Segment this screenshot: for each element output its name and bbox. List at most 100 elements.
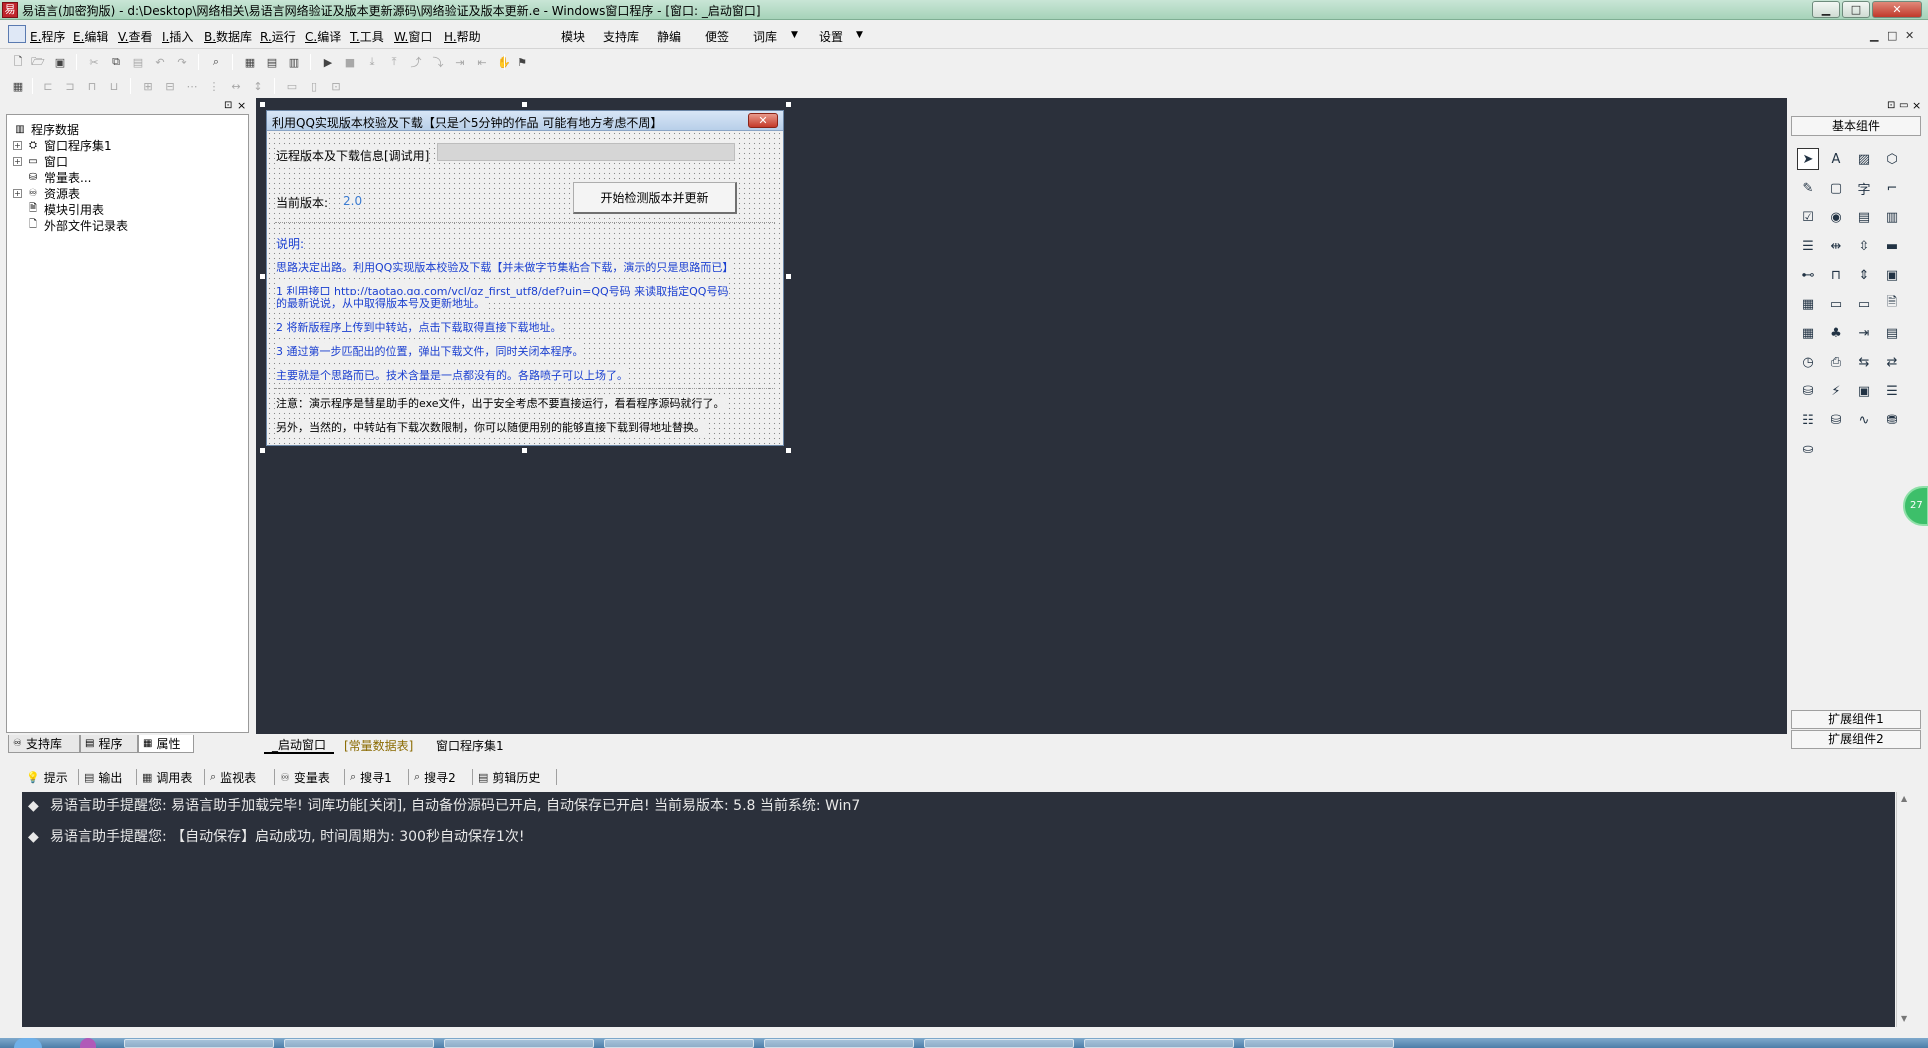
menu-notes[interactable]: 便签 — [705, 28, 729, 45]
pinned-app-icon[interactable] — [80, 1038, 96, 1048]
find-icon[interactable]: ⌕ — [208, 54, 224, 70]
resize-handle[interactable] — [785, 273, 792, 280]
menu-settings[interactable]: 设置 — [819, 28, 843, 45]
floating-helper-badge[interactable]: 27 — [1903, 486, 1928, 526]
resize-handle[interactable] — [259, 447, 266, 454]
edit-box-icon[interactable]: ▭ — [1825, 293, 1847, 315]
layout-3-icon[interactable]: ▥ — [286, 54, 302, 70]
space-h-icon[interactable]: ⋯ — [184, 78, 200, 94]
tree-root[interactable]: ▥ 程序数据 — [13, 121, 79, 137]
mdi-close-icon[interactable]: ✕ — [1905, 29, 1914, 42]
db-grid-icon[interactable]: ☷ — [1797, 409, 1819, 431]
client-icon[interactable]: ⇄ — [1881, 351, 1903, 373]
slider-icon[interactable]: ⊷ — [1797, 264, 1819, 286]
taskbar-button[interactable] — [1084, 1039, 1234, 1048]
chart-icon[interactable]: ∿ — [1853, 409, 1875, 431]
taskbar-button[interactable] — [444, 1039, 594, 1048]
status-bar-icon[interactable]: ▭ — [1853, 293, 1875, 315]
same-height-icon[interactable]: ↕ — [250, 78, 266, 94]
expand-icon[interactable]: + — [13, 188, 22, 198]
tab-watch[interactable]: ⌕ 监视表 — [210, 768, 256, 786]
lexicon-dropdown-icon[interactable]: ▼ — [791, 30, 798, 40]
layout-1-icon[interactable]: ▦ — [242, 54, 258, 70]
step-3-icon[interactable]: ⤴ — [408, 54, 424, 70]
step-1-icon[interactable]: ⤓ — [364, 54, 380, 70]
tree-item[interactable]: + ▭ 窗口 — [13, 153, 68, 169]
check-update-button[interactable]: 开始检测版本并更新 — [573, 182, 737, 214]
menu-tools[interactable]: T.工具 — [350, 28, 384, 45]
step-2-icon[interactable]: ⤒ — [386, 54, 402, 70]
timer-icon[interactable]: ◷ — [1797, 351, 1819, 373]
odbc-db-icon[interactable]: ⛀ — [1797, 438, 1819, 460]
ext-components-1[interactable]: 扩展组件1 — [1791, 710, 1921, 729]
tab-search-2[interactable]: ⌕ 搜寻2 — [414, 768, 456, 786]
vscroll-icon[interactable]: ⇳ — [1853, 235, 1875, 257]
tab-search-1[interactable]: ⌕ 搜寻1 — [350, 768, 392, 786]
draw-icon[interactable]: ✎ — [1797, 177, 1819, 199]
progress-icon[interactable]: ▬ — [1881, 235, 1903, 257]
rp-pin-icon[interactable]: ⊡ — [1887, 100, 1895, 111]
menu-lexicon[interactable]: 词库 — [753, 28, 777, 45]
scroll-down-icon[interactable]: ▼ — [1901, 1014, 1907, 1023]
spin-icon[interactable]: ⇕ — [1853, 264, 1875, 286]
menu-compile[interactable]: C.编译 — [305, 28, 341, 45]
toolbar-comp-icon[interactable]: ⇥ — [1853, 322, 1875, 344]
size-1-icon[interactable]: ▭ — [284, 78, 300, 94]
pointer-icon[interactable]: ➤ — [1797, 148, 1819, 170]
align-right-icon[interactable]: ⊐ — [62, 78, 78, 94]
database-icon[interactable]: ☰ — [1881, 380, 1903, 402]
tab-control-icon[interactable]: ⊓ — [1825, 264, 1847, 286]
center-h-icon[interactable]: ⊞ — [140, 78, 156, 94]
close-button[interactable]: ✕ — [1872, 1, 1922, 18]
form-icon[interactable]: ▣ — [1853, 380, 1875, 402]
paste-icon[interactable]: ▤ — [130, 54, 146, 70]
tab-hint[interactable]: 💡 提示 — [26, 768, 68, 786]
tree-icon[interactable]: ♣ — [1825, 322, 1847, 344]
output-scrollbar[interactable]: ▲ ▼ — [1896, 792, 1913, 1027]
tab-clip-history[interactable]: ▤ 剪辑历史 — [478, 768, 540, 786]
network-icon[interactable]: ⇆ — [1853, 351, 1875, 373]
step-5-icon[interactable]: ⇥ — [452, 54, 468, 70]
remote-info-field[interactable] — [437, 143, 735, 161]
taskbar-button[interactable] — [1244, 1039, 1394, 1048]
step-6-icon[interactable]: ⇤ — [474, 54, 490, 70]
menu-modules[interactable]: 模块 — [561, 28, 585, 45]
tab-program[interactable]: ▤ 程序 — [80, 735, 138, 753]
panel-pin-icon[interactable]: ⊡ — [224, 100, 232, 111]
menu-run[interactable]: R.运行 — [260, 28, 296, 45]
minimize-button[interactable]: ▁ — [1812, 1, 1840, 18]
resize-handle[interactable] — [259, 273, 266, 280]
layout-2-icon[interactable]: ▤ — [264, 54, 280, 70]
tab-support-lib[interactable]: ♾ 支持库 — [8, 735, 80, 753]
tab-call-table[interactable]: ▦ 调用表 — [142, 768, 192, 786]
cut-icon[interactable]: ✂ — [86, 54, 102, 70]
picture-icon[interactable]: ▨ — [1853, 148, 1875, 170]
align-top-icon[interactable]: ⊓ — [84, 78, 100, 94]
server-icon[interactable]: ⛁ — [1797, 380, 1819, 402]
grid-icon[interactable]: ▦ — [10, 78, 26, 94]
menu-static-compile[interactable]: 静编 — [657, 28, 681, 45]
menu-window[interactable]: W.窗口 — [394, 28, 432, 45]
taskbar-button[interactable] — [764, 1039, 914, 1048]
menu-database[interactable]: B.数据库 — [204, 28, 252, 45]
copy-icon[interactable]: ⧉ — [108, 54, 124, 70]
align-bottom-icon[interactable]: ⊔ — [106, 78, 122, 94]
shape-icon[interactable]: ⬡ — [1881, 148, 1903, 170]
tree-item[interactable]: + ♾ 资源表 — [13, 185, 80, 201]
menu-insert[interactable]: I.插入 — [162, 28, 193, 45]
menu-support-lib[interactable]: 支持库 — [603, 28, 639, 45]
tab-startup-window[interactable]: _启动窗口 — [264, 737, 335, 754]
tab-constant-table[interactable]: [常量数据表] — [336, 737, 421, 754]
line-icon[interactable]: ⌐ — [1881, 177, 1903, 199]
settings-dropdown-icon[interactable]: ▼ — [856, 30, 863, 40]
expand-icon[interactable]: + — [13, 156, 22, 166]
new-file-icon[interactable]: 🗋 — [10, 54, 26, 70]
odbc-icon[interactable]: ⛃ — [1881, 409, 1903, 431]
space-v-icon[interactable]: ⋮ — [206, 78, 222, 94]
groupbox-icon[interactable]: ▢ — [1825, 177, 1847, 199]
output-console[interactable]: ◆ 易语言助手提醒您: 易语言助手加载完毕! 词库功能[关闭], 自动备份源码已开… — [22, 792, 1895, 1027]
menu-view[interactable]: V.查看 — [118, 28, 153, 45]
grid-table-icon[interactable]: ▦ — [1797, 293, 1819, 315]
tree-item[interactable]: ⛁ 常量表... — [26, 169, 92, 185]
resize-handle[interactable] — [259, 101, 266, 108]
